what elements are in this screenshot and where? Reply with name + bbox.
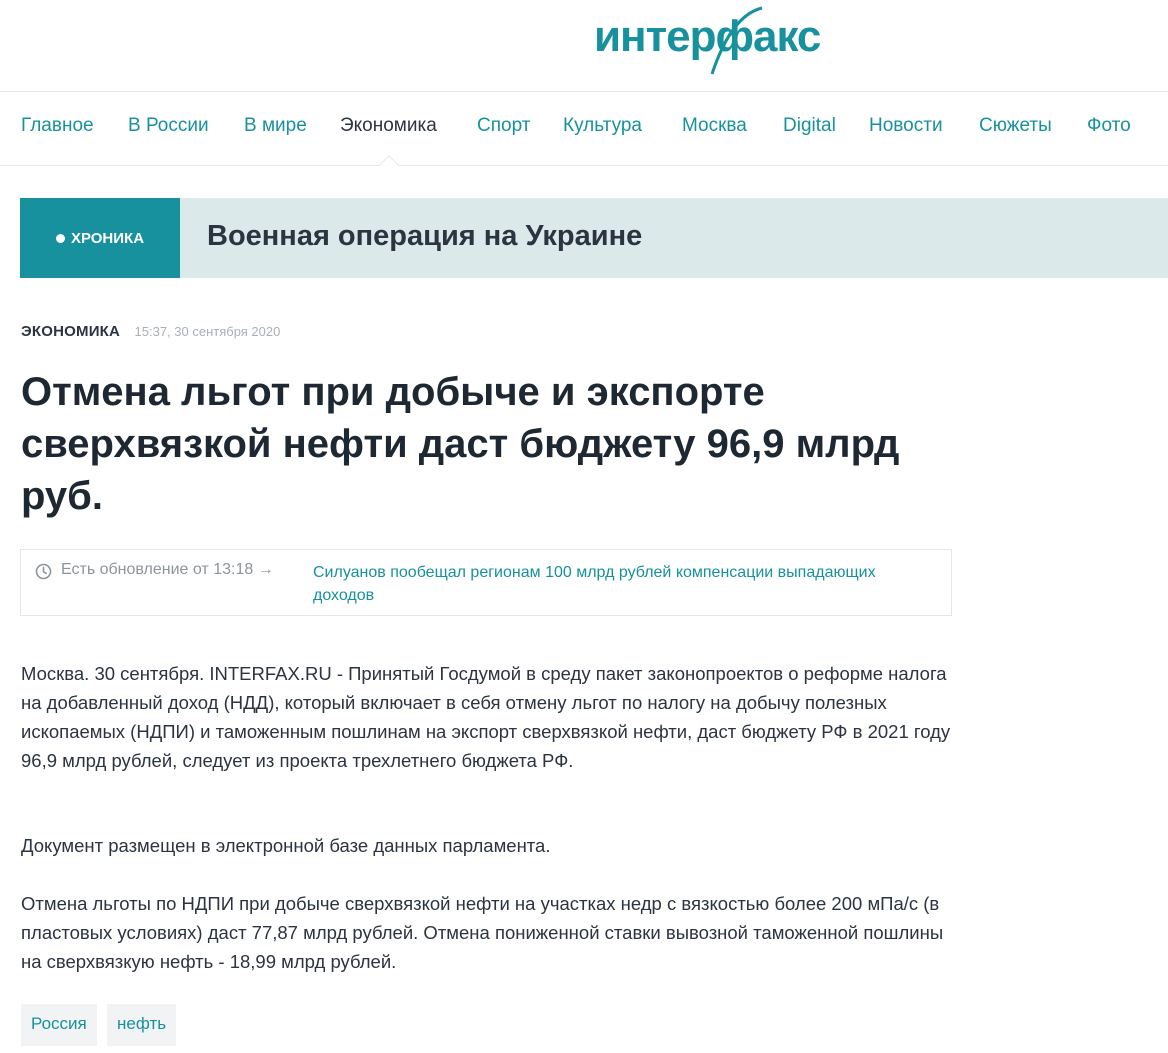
nav-item-news[interactable]: Новости [869, 115, 943, 137]
chronicle-title[interactable]: Военная операция на Украине [207, 220, 642, 253]
update-link[interactable]: Силуанов пообещал регионам 100 млрд рубл… [313, 561, 913, 607]
article-datetime: 15:37, 30 сентября 2020 [134, 324, 281, 339]
chronicle-badge-label: ХРОНИКА [70, 229, 145, 247]
nav-item-main[interactable]: Главное [21, 115, 94, 137]
nav-item-digital[interactable]: Digital [783, 115, 836, 137]
nav-item-photo[interactable]: Фото [1087, 115, 1131, 137]
interfax-logo[interactable]: интерфакс [592, 4, 842, 76]
nav-item-moscow[interactable]: Москва [682, 115, 747, 137]
nav-item-sport[interactable]: Спорт [477, 115, 530, 137]
site-header: интерфакс [0, 0, 1168, 92]
nav-item-world[interactable]: В мире [244, 115, 307, 137]
logo-swoosh-icon [710, 6, 763, 75]
clock-icon [35, 563, 52, 580]
article-paragraph: Документ размещен в электронной базе дан… [21, 835, 551, 856]
tag-oil[interactable]: нефть [107, 1004, 177, 1046]
article-paragraph: Москва. 30 сентября. INTERFAX.RU - Приня… [21, 663, 951, 771]
nav-item-stories[interactable]: Сюжеты [979, 115, 1052, 137]
update-label: Есть обновление от 13:18 → [61, 561, 274, 578]
live-dot-icon [55, 233, 65, 243]
article-paragraph: Отмена льготы по НДПИ при добыче сверхвя… [21, 893, 944, 972]
article-headline: Отмена льгот при добыче и экспорте сверх… [21, 370, 900, 518]
nav-item-russia[interactable]: В России [128, 115, 209, 137]
article-meta: ЭКОНОМИКА 15:37, 30 сентября 2020 [21, 323, 280, 341]
active-tab-caret [379, 155, 399, 175]
main-navigation: Главное В России В мире Экономика Спорт … [0, 93, 1168, 175]
chronicle-badge: ХРОНИКА [20, 198, 180, 278]
tag-russia[interactable]: Россия [21, 1004, 97, 1046]
nav-item-economy[interactable]: Экономика [340, 115, 437, 137]
update-notice: Есть обновление от 13:18 → Силуанов пооб… [20, 549, 952, 616]
nav-item-culture[interactable]: Культура [563, 115, 642, 137]
article-section[interactable]: ЭКОНОМИКА [21, 323, 120, 340]
chronicle-banner[interactable]: ХРОНИКА Военная операция на Украине [20, 198, 1168, 278]
